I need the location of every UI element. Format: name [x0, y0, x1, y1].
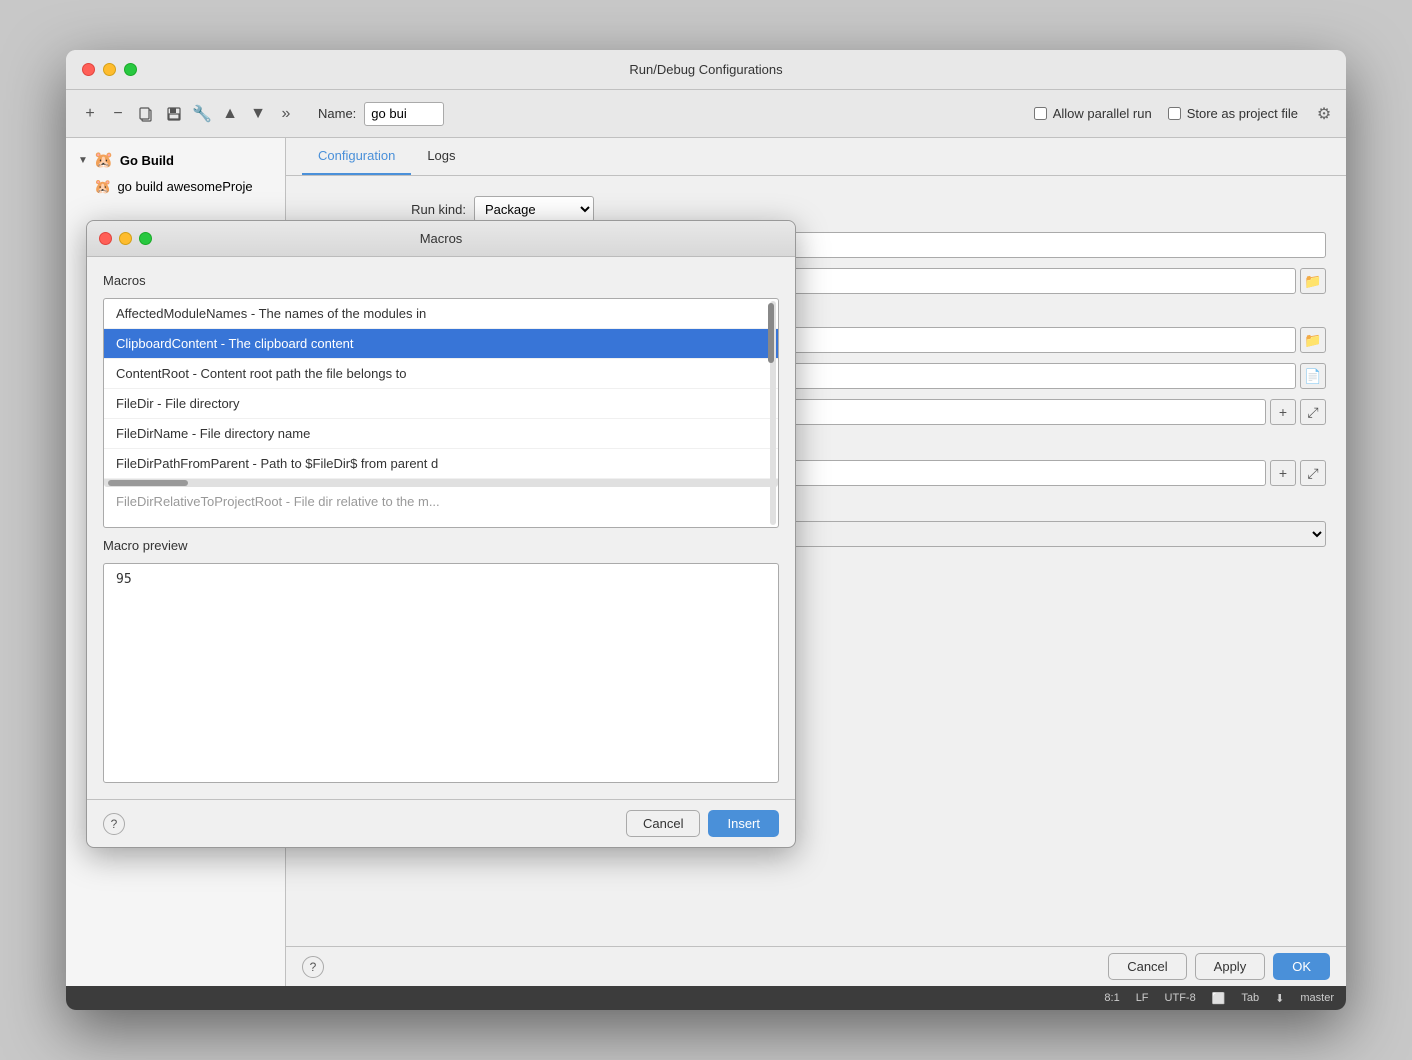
- allow-parallel-label[interactable]: Allow parallel run: [1034, 106, 1152, 121]
- macros-title-bar: Macros: [87, 221, 795, 257]
- run-kind-row: Run kind: Package File Directory: [306, 196, 1326, 222]
- macros-item-contentroot[interactable]: ContentRoot - Content root path the file…: [104, 359, 778, 389]
- sidebar-item-go-build-label: Go Build: [120, 153, 174, 168]
- title-bar: Run/Debug Configurations: [66, 50, 1346, 90]
- sidebar-item-go-build-child[interactable]: 🐹 go build awesomeProje: [66, 174, 285, 199]
- up-button[interactable]: ▲: [218, 102, 242, 126]
- add-button[interactable]: +: [78, 102, 102, 126]
- run-kind-input-group: Package File Directory: [474, 196, 1326, 222]
- macros-cancel-button[interactable]: Cancel: [626, 810, 700, 837]
- tab-indicator: ⬜: [1212, 992, 1226, 1005]
- cancel-button[interactable]: Cancel: [1108, 953, 1186, 980]
- save-button[interactable]: [162, 102, 186, 126]
- indent-type: Tab: [1241, 992, 1259, 1004]
- macros-dialog-title: Macros: [420, 231, 463, 246]
- tab-configuration[interactable]: Configuration: [302, 138, 411, 175]
- macros-vertical-scrollthumb[interactable]: [768, 303, 774, 363]
- macros-footer: ? Cancel Insert: [87, 799, 795, 847]
- macros-dialog: Macros Macros AffectedModuleNames - The …: [86, 220, 796, 848]
- expand-go-tool-args-button[interactable]: ⤢: [1300, 399, 1326, 425]
- macros-item-filedirpathfromparent[interactable]: FileDirPathFromParent - Path to $FileDir…: [104, 449, 778, 479]
- sidebar-item-child-label: go build awesomeProje: [117, 179, 252, 194]
- macros-insert-button[interactable]: Insert: [708, 810, 779, 837]
- run-kind-select[interactable]: Package File Directory: [474, 196, 594, 222]
- env-vars-edit-button[interactable]: 📄: [1300, 363, 1326, 389]
- wrench-button[interactable]: 🔧: [190, 102, 214, 126]
- macros-horizontal-scrollbar[interactable]: [104, 479, 778, 487]
- maximize-button[interactable]: [124, 63, 137, 76]
- tabs: Configuration Logs: [286, 138, 1346, 176]
- macros-item-filedir[interactable]: FileDir - File directory: [104, 389, 778, 419]
- apply-button[interactable]: Apply: [1195, 953, 1266, 980]
- allow-parallel-checkbox[interactable]: [1034, 107, 1047, 120]
- macros-hscroll-thumb[interactable]: [108, 480, 188, 486]
- store-as-project-label[interactable]: Store as project file: [1168, 106, 1298, 121]
- encoding: UTF-8: [1165, 992, 1196, 1004]
- vcs-indicator: ⬇: [1275, 992, 1284, 1005]
- macros-item-affected[interactable]: AffectedModuleNames - The names of the m…: [104, 299, 778, 329]
- bottom-bar: ? Cancel Apply OK: [286, 946, 1346, 986]
- macros-section-label: Macros: [103, 273, 779, 288]
- copy-button[interactable]: [134, 102, 158, 126]
- line-ending: LF: [1136, 992, 1149, 1004]
- branch-name: master: [1300, 992, 1334, 1004]
- macros-preview-area: 95: [103, 563, 779, 783]
- name-label: Name:: [318, 106, 356, 121]
- go-build-icon: 🐹: [94, 150, 114, 170]
- down-button[interactable]: ▼: [246, 102, 270, 126]
- expand-program-args-button[interactable]: ⤢: [1300, 460, 1326, 486]
- remove-button[interactable]: −: [106, 102, 130, 126]
- tab-logs[interactable]: Logs: [411, 138, 471, 175]
- macros-item-filedirname[interactable]: FileDirName - File directory name: [104, 419, 778, 449]
- minimize-button[interactable]: [103, 63, 116, 76]
- window-title: Run/Debug Configurations: [629, 62, 782, 77]
- ok-button[interactable]: OK: [1273, 953, 1330, 980]
- macros-close-button[interactable]: [99, 232, 112, 245]
- browse-output-dir-button[interactable]: 📁: [1300, 268, 1326, 294]
- name-input[interactable]: go bui: [364, 102, 444, 126]
- main-window: Run/Debug Configurations + − 🔧 ▲ ▼ » Nam…: [66, 50, 1346, 1010]
- macros-preview-label: Macro preview: [103, 538, 779, 553]
- go-build-child-icon: 🐹: [94, 178, 111, 195]
- macros-traffic-lights: [99, 232, 152, 245]
- more-button[interactable]: »: [274, 102, 298, 126]
- help-button-main[interactable]: ?: [302, 956, 324, 978]
- toolbar-right: Allow parallel run Store as project file…: [1034, 104, 1334, 124]
- macros-item-clipboard[interactable]: ClipboardContent - The clipboard content: [104, 329, 778, 359]
- gear-button[interactable]: ⚙: [1314, 104, 1334, 124]
- macros-preview-value: 95: [116, 572, 132, 587]
- name-field-group: Name: go bui: [318, 102, 444, 126]
- cursor-position: 8:1: [1104, 992, 1119, 1004]
- add-program-args-button[interactable]: +: [1270, 460, 1296, 486]
- traffic-lights: [82, 63, 137, 76]
- macros-item-partial[interactable]: FileDirRelativeToProjectRoot - File dir …: [104, 487, 778, 516]
- macros-maximize-button[interactable]: [139, 232, 152, 245]
- add-go-tool-args-button[interactable]: +: [1270, 399, 1296, 425]
- macros-body: Macros AffectedModuleNames - The names o…: [87, 257, 795, 799]
- macros-list[interactable]: AffectedModuleNames - The names of the m…: [103, 298, 779, 528]
- toolbar: + − 🔧 ▲ ▼ » Name: go bui Allow pa: [66, 90, 1346, 138]
- macros-help-button[interactable]: ?: [103, 813, 125, 835]
- macros-minimize-button[interactable]: [119, 232, 132, 245]
- sidebar-item-go-build-parent[interactable]: ▼ 🐹 Go Build: [66, 146, 285, 174]
- expand-arrow: ▼: [78, 155, 88, 166]
- status-bar: 8:1 LF UTF-8 ⬜ Tab ⬇ master: [66, 986, 1346, 1010]
- store-as-project-checkbox[interactable]: [1168, 107, 1181, 120]
- macros-vertical-scrolltrough[interactable]: [770, 301, 776, 525]
- close-button[interactable]: [82, 63, 95, 76]
- run-kind-label: Run kind:: [306, 202, 466, 217]
- browse-working-dir-button[interactable]: 📁: [1300, 327, 1326, 353]
